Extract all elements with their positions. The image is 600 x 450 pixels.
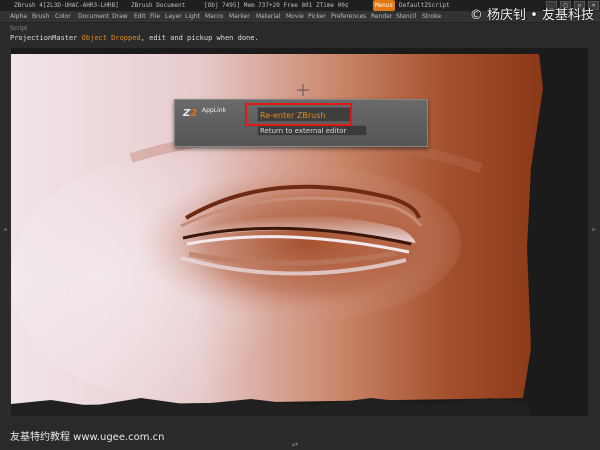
watermark-bottom: 友基特约教程 www.ugee.com.cn: [10, 432, 165, 443]
default-zscript-button[interactable]: DefaultZScript: [399, 0, 450, 11]
app-title: ZBrush 4[ZL3D-UHAC-AHR3-LHRB]: [14, 2, 119, 9]
left-tray-arrow-icon[interactable]: ◂: [0, 226, 10, 233]
menu-item-material[interactable]: Material: [256, 11, 280, 23]
script-area-label: Script: [10, 25, 28, 32]
menu-item-render[interactable]: Render: [371, 11, 392, 23]
menu-item-marker[interactable]: Marker: [229, 11, 250, 23]
menu-item-document[interactable]: Document: [78, 11, 109, 23]
menu-item-light[interactable]: Light: [185, 11, 200, 23]
menu-item-layer[interactable]: Layer: [165, 11, 182, 23]
bottom-tray-arrow-icon[interactable]: ▴▾: [292, 441, 298, 448]
menu-item-stencil[interactable]: Stencil: [396, 11, 416, 23]
menu-item-file[interactable]: File: [150, 11, 160, 23]
notice-suffix: , edit and pickup when done.: [140, 34, 259, 42]
menu-item-movie[interactable]: Movie: [286, 11, 304, 23]
document-title: ZBrush Document: [131, 2, 186, 9]
crosshair-cursor-icon: [297, 84, 309, 96]
menu-item-alpha[interactable]: Alpha: [10, 11, 27, 23]
menu-item-brush[interactable]: Brush: [32, 11, 49, 23]
menu-item-draw[interactable]: Draw: [112, 11, 128, 23]
annotation-highlight-box: [245, 103, 352, 126]
notice-highlight: Object Dropped: [81, 34, 141, 42]
status-notice: ProjectionMaster Object Dropped, edit an…: [10, 34, 259, 42]
menu-item-color[interactable]: Color: [55, 11, 71, 23]
return-external-editor-button[interactable]: Return to external editor: [257, 125, 367, 136]
menu-item-macro[interactable]: Macro: [205, 11, 223, 23]
applink-title: AppLink: [202, 107, 227, 114]
right-tray[interactable]: ▸: [589, 48, 599, 416]
left-tray[interactable]: ◂: [0, 48, 10, 416]
notice-prefix: ProjectionMaster: [10, 34, 82, 42]
menu-item-picker[interactable]: Picker: [308, 11, 326, 23]
menu-item-stroke[interactable]: Stroke: [422, 11, 441, 23]
menu-item-edit[interactable]: Edit: [134, 11, 146, 23]
memory-status: [Obj 7495] Mem 737+20 Free 801 ZTime 00¢: [204, 2, 349, 9]
watermark-top: © 杨庆钊 • 友基科技: [469, 8, 594, 23]
logo-sub: 2: [190, 108, 198, 119]
zbrush-logo-icon: Z2: [183, 108, 197, 119]
right-tray-arrow-icon[interactable]: ▸: [589, 226, 599, 233]
menus-button[interactable]: Menus: [373, 0, 396, 11]
menu-item-preferences[interactable]: Preferences: [331, 11, 366, 23]
